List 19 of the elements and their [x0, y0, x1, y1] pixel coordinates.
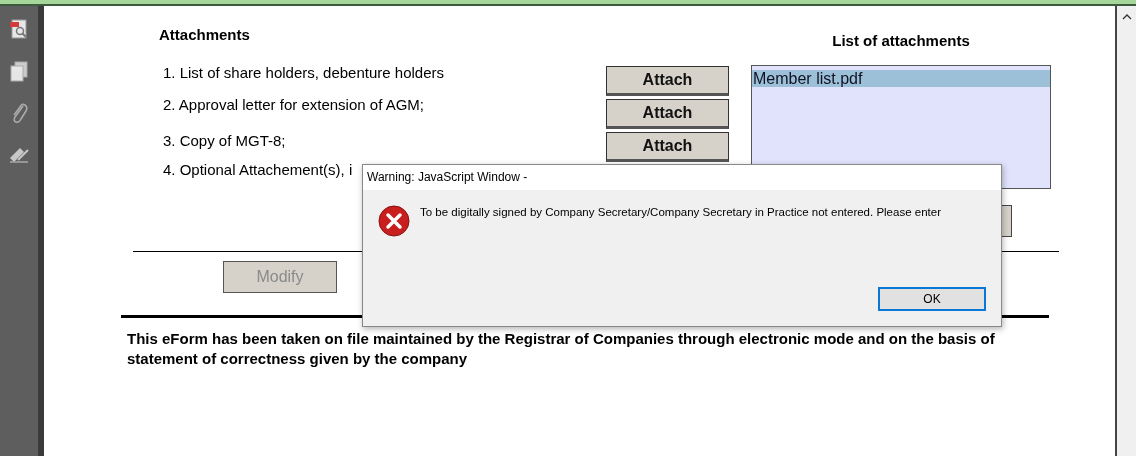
- attachment-item: 1. List of share holders, debenture holders: [163, 64, 444, 81]
- list-heading: List of attachments: [831, 31, 971, 51]
- section-heading: Attachments: [159, 26, 251, 45]
- notice-text: This eForm has been taken on file maintained by the Registrar of Companies through electronic mode and on the basis of statement of correctness given by the company: [127, 329, 996, 369]
- attachment-item: 4. Optional Attachement(s), i: [163, 161, 353, 178]
- ok-button[interactable]: OK: [878, 287, 986, 311]
- attach-button[interactable]: Attach: [606, 66, 729, 96]
- error-icon: [378, 205, 410, 237]
- scrollbar[interactable]: [1115, 6, 1136, 456]
- attach-button[interactable]: Attach: [606, 99, 729, 129]
- dialog-title: Warning: JavaScript Window -: [363, 165, 1001, 190]
- dialog-message: To be digitally signed by Company Secretary/Company Secretary in Practice not entered. Please enter: [420, 205, 941, 218]
- attach-button[interactable]: Attach: [606, 132, 729, 162]
- attachment-item: 2. Approval letter for extension of AGM;: [163, 96, 424, 113]
- scroll-up-icon[interactable]: [1121, 14, 1132, 20]
- attachment-file[interactable]: Member list.pdf: [752, 70, 1050, 87]
- document-search-icon[interactable]: [9, 18, 29, 40]
- attachment-item: 3. Copy of MGT-8;: [163, 132, 286, 149]
- pages-icon[interactable]: [9, 60, 29, 82]
